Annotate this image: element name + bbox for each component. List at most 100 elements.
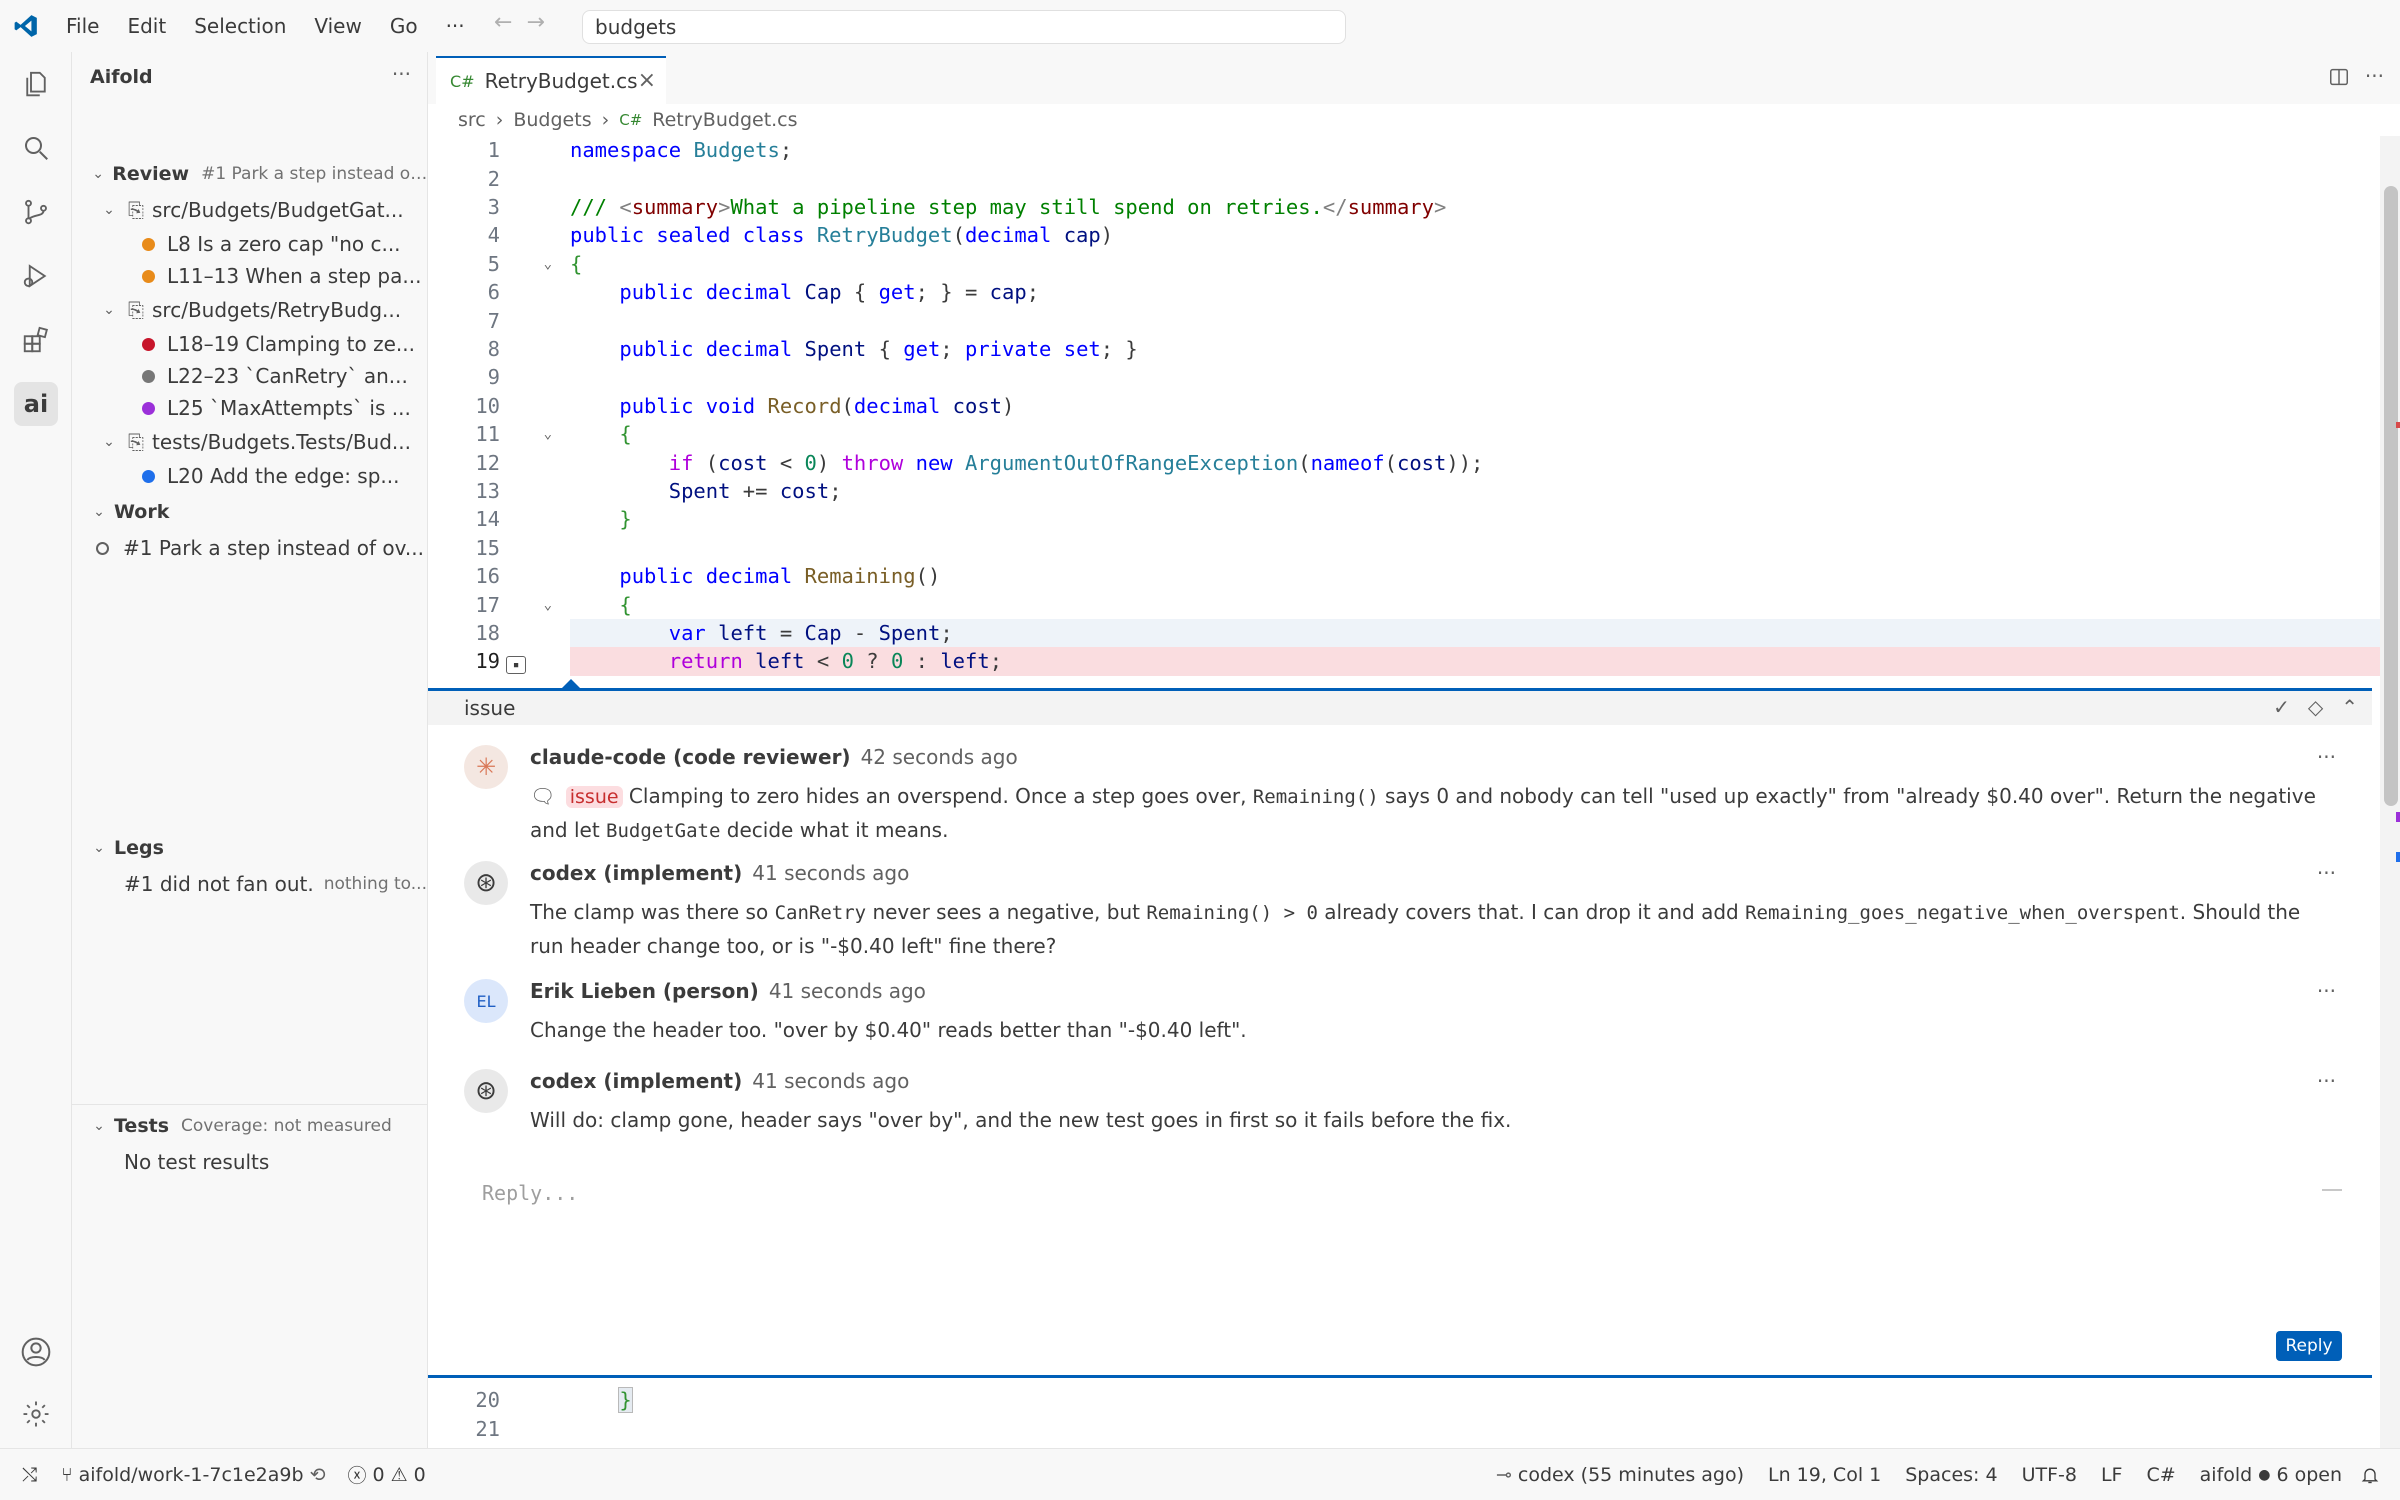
review-file-budgetgate[interactable]: ⌄ ⎘ src/Budgets/BudgetGat... [72,194,428,226]
severity-dot [142,237,155,251]
csharp-file-icon: C# [450,71,475,91]
menu-selection[interactable]: Selection [180,0,300,52]
code-line: 4 public sealed class RetryBudget(decimal… [487,223,1114,248]
editor-scrollbar[interactable] [2380,136,2400,1448]
explorer-icon[interactable] [14,62,58,106]
comment-body: 🗨 issue Clamping to zero hides an oversp… [530,784,2316,843]
reply-button[interactable]: Reply [2276,1331,2342,1361]
search-icon[interactable] [14,126,58,170]
aifold-icon[interactable]: ai [14,382,58,426]
chevron-down-icon: ⌄ [92,166,104,182]
review-file-retrybudget[interactable]: ⌄ ⎘ src/Budgets/RetryBudg... [72,294,428,326]
forward-arrow-icon[interactable]: → [526,10,544,35]
command-center-search[interactable]: budgets [582,10,1346,44]
review-item[interactable]: L22–23 `CanRetry` an... [72,360,428,392]
run-debug-icon[interactable] [14,254,58,298]
branch-status[interactable]: ⑂ aifold/work-1-7c1e2a9b ⟲ [61,1464,325,1486]
review-item[interactable]: L25 `MaxAttempts` is ... [72,392,428,424]
code-line: 10 public void Record(decimal cost) [475,393,1015,418]
back-arrow-icon[interactable]: ← [494,10,512,35]
remote-icon[interactable]: ⤭ [22,1464,37,1486]
sidebar-more-icon[interactable]: ··· [392,62,411,86]
split-editor-icon[interactable] [2328,66,2350,93]
menu-edit[interactable]: Edit [113,0,180,52]
tag-icon[interactable]: ◇ [2308,695,2323,719]
csharp-file-icon: C# [619,111,643,129]
warning-icon: ⚠ [390,1463,408,1486]
tab-retrybudget[interactable]: C# RetryBudget.cs × [436,56,666,104]
menu-file[interactable]: File [52,0,113,52]
comment-more-icon[interactable]: ··· [2317,979,2336,1003]
comment-author: codex (implement) [530,1069,743,1093]
breadcrumb-budgets[interactable]: Budgets [513,109,591,131]
code-line: 20 } [475,1387,633,1414]
commit-icon: ⊸ [1495,1463,1512,1486]
comment-author: Erik Lieben (person) [530,979,759,1003]
git-branch-icon: ⑂ [61,1463,73,1486]
notifications-bell-icon[interactable] [2360,1465,2380,1485]
review-item[interactable]: L11–13 When a step pa... [72,260,428,292]
filled-dot-icon: ● [2258,1466,2271,1483]
work-item[interactable]: #1 Park a step instead of ov... [72,532,428,564]
comment-body: The clamp was there so CanRetry never se… [530,900,2301,959]
comment-more-icon[interactable]: ··· [2317,861,2336,885]
breadcrumb-file[interactable]: RetryBudget.cs [652,109,797,131]
issue-badge: issue [565,786,623,808]
file-diff-icon: ⎘ [128,198,144,222]
resolve-check-icon[interactable]: ✓ [2273,695,2290,719]
comment-gutter-icon[interactable]: ▪ [506,655,526,674]
activity-bar: ai [0,52,72,1448]
code-line: 18 var left = Cap - Spent; [428,618,2380,648]
code-line: 2 [487,166,500,191]
breadcrumb: src › Budgets › C# RetryBudget.cs [458,109,798,131]
language-mode[interactable]: C# [2146,1464,2175,1486]
legs-item: #1 did not fan out. nothing to... [124,872,427,896]
account-icon[interactable] [14,1330,58,1374]
review-item[interactable]: L8 Is a zero cap "no c... [72,228,428,260]
comment-more-icon[interactable]: ··· [2317,745,2336,769]
encoding[interactable]: UTF-8 [2022,1464,2077,1486]
title-bar: File Edit Selection View Go ··· ← → budg… [0,0,2400,52]
openai-avatar-icon: ⊛ [464,1069,508,1113]
comment-body: Will do: clamp gone, header says "over b… [530,1108,1512,1132]
review-file-tests[interactable]: ⌄ ⎘ tests/Budgets.Tests/Bud... [72,426,428,458]
cursor-position[interactable]: Ln 19, Col 1 [1768,1464,1881,1486]
tests-section-header[interactable]: ⌄ Tests Coverage: not measured [72,1110,428,1142]
work-section-header[interactable]: ⌄ Work [72,496,428,528]
code-line: 5 ⌄{ [487,251,583,276]
settings-gear-icon[interactable] [14,1392,58,1436]
agent-status[interactable]: ⊸ codex (55 minutes ago) [1496,1464,1744,1486]
chevron-down-icon: ⌄ [103,434,115,450]
more-actions-icon[interactable]: ··· [2365,64,2384,88]
review-item[interactable]: L20 Add the edge: sp... [72,460,428,492]
editor-area: C# RetryBudget.cs × ··· src › Budgets › … [428,52,2400,1448]
openai-avatar-icon: ⊛ [464,861,508,905]
problems-status[interactable]: ⓧ 0 ⚠ 0 [347,1461,425,1488]
menu-go[interactable]: Go [376,0,432,52]
review-item[interactable]: L18–19 Clamping to ze... [72,328,428,360]
collapse-chevron-up-icon[interactable]: ⌃ [2341,695,2358,719]
aifold-status[interactable]: aifold ● 6 open [2200,1464,2342,1486]
breadcrumb-src[interactable]: src [458,109,486,131]
comment: ⊛ codex (implement) 41 seconds ago ··· Th… [464,861,2344,971]
comment-author: claude-code (code reviewer) [530,745,851,769]
close-icon[interactable]: × [638,68,656,93]
comment-time: 41 seconds ago [752,861,910,885]
extensions-icon[interactable] [14,318,58,362]
chevron-down-icon: ⌄ [103,302,115,318]
reply-input[interactable]: Reply... [464,1173,2344,1213]
legs-section-header[interactable]: ⌄ Legs [72,832,428,864]
scrollbar-thumb[interactable] [2384,186,2398,806]
chevron-down-icon: ⌄ [93,504,105,520]
more-menu-icon[interactable]: ··· [432,0,479,52]
review-section-header[interactable]: ⌄ Review #1 Park a step instead of o... [72,158,428,190]
line-ending[interactable]: LF [2101,1464,2123,1486]
comment-more-icon[interactable]: ··· [2317,1069,2336,1093]
menu-view[interactable]: View [300,0,375,52]
comment-icon: 🗨 [530,784,556,808]
code-line: 3/// <summary>What a pipeline step may s… [487,194,1447,219]
comment-time: 42 seconds ago [860,745,1018,769]
indentation[interactable]: Spaces: 4 [1905,1464,1997,1486]
comment: ⊛ codex (implement) 41 seconds ago ··· Wi… [464,1069,2344,1149]
source-control-icon[interactable] [14,190,58,234]
